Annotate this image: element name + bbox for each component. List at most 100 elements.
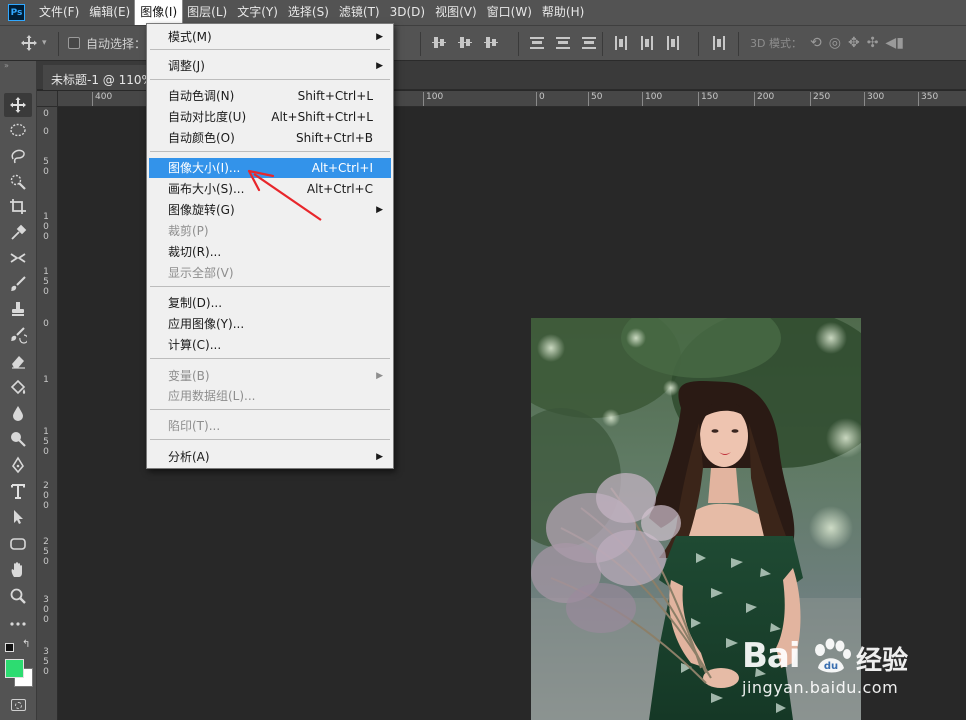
menu-item-image-rotation[interactable]: 图像旋转(G) ▶ xyxy=(149,200,391,220)
vertical-ruler[interactable]: 0 0 5 0 1 0 0 1 5 0 0 1 1 5 0 2 0 0 2 5 0 3 0 0 3 5… xyxy=(37,107,58,720)
pen-tool-icon[interactable] xyxy=(4,453,32,477)
photoshop-logo-icon: Ps xyxy=(8,4,25,21)
path-select-tool-icon[interactable] xyxy=(4,505,32,529)
menu-layer[interactable]: 图层(L) xyxy=(182,0,232,25)
options-separator xyxy=(698,32,699,56)
menu-help[interactable]: 帮助(H) xyxy=(537,0,589,25)
foreground-color-swatch[interactable] xyxy=(5,659,24,678)
quick-select-tool-icon[interactable] xyxy=(4,170,32,194)
toolbox: » ↰ xyxy=(0,61,37,720)
menu-edit[interactable]: 编辑(E) xyxy=(84,0,135,25)
move-tool-preset-icon[interactable]: ▾ xyxy=(20,26,47,60)
ruler-tick-label: 350 xyxy=(918,92,938,106)
eyedropper-tool-icon[interactable] xyxy=(4,221,32,245)
align-icon[interactable] xyxy=(530,35,544,51)
3d-pan-icon[interactable]: ✥ xyxy=(848,35,860,51)
eraser-tool-icon[interactable] xyxy=(4,349,32,373)
align-icon[interactable] xyxy=(432,35,446,51)
align-icon[interactable] xyxy=(458,35,472,51)
shape-tool-icon[interactable] xyxy=(4,532,32,556)
healing-tool-icon[interactable] xyxy=(4,246,32,270)
menu-item-canvas-size[interactable]: 画布大小(S)... Alt+Ctrl+C xyxy=(149,179,391,199)
brush-tool-icon[interactable] xyxy=(4,272,32,296)
ruler-tick-label: 2 5 0 xyxy=(43,537,49,567)
3d-scale-icon[interactable]: ◀▮ xyxy=(885,35,903,51)
ruler-origin[interactable] xyxy=(37,91,58,107)
menu-item-analysis[interactable]: 分析(A) ▶ xyxy=(149,447,391,467)
history-brush-tool-icon[interactable] xyxy=(4,323,32,347)
ruler-tick-label: 3 0 0 xyxy=(43,595,49,625)
menu-item-trim[interactable]: 裁切(R)... xyxy=(149,242,391,262)
align-icon[interactable] xyxy=(666,35,680,51)
menu-item-auto-tone[interactable]: 自动色调(N) Shift+Ctrl+L xyxy=(149,86,391,106)
hand-tool-icon[interactable] xyxy=(4,558,32,582)
blur-tool-icon[interactable] xyxy=(4,401,32,425)
toolbox-collapse-icon[interactable]: » xyxy=(0,61,36,71)
3d-mode-icons: ⟲ ◎ ✥ ✣ ◀▮ xyxy=(810,26,904,60)
dodge-tool-icon[interactable] xyxy=(4,427,32,451)
more-tools-icon[interactable] xyxy=(4,612,32,636)
marquee-tool-icon[interactable] xyxy=(4,118,32,142)
align-icon[interactable] xyxy=(582,35,596,51)
3d-orbit-icon[interactable]: ⟲ xyxy=(810,35,822,51)
align-icon[interactable] xyxy=(712,35,726,51)
type-tool-icon[interactable] xyxy=(4,479,32,503)
zoom-tool-icon[interactable] xyxy=(4,584,32,608)
3d-slide-icon[interactable]: ✣ xyxy=(867,35,879,51)
menu-window[interactable]: 窗口(W) xyxy=(482,0,537,25)
watermark-brand: Bai xyxy=(742,636,801,676)
stamp-tool-icon[interactable] xyxy=(4,297,32,321)
align-icon[interactable] xyxy=(484,35,498,51)
menu-item-label: 应用图像(Y)... xyxy=(168,317,245,331)
menu-item-apply-image[interactable]: 应用图像(Y)... xyxy=(149,314,391,334)
menu-item-calculations[interactable]: 计算(C)... xyxy=(149,335,391,355)
menu-item-image-size[interactable]: 图像大小(I)... Alt+Ctrl+I xyxy=(149,158,391,178)
menu-3d[interactable]: 3D(D) xyxy=(385,0,430,25)
photoshop-window: Ps 文件(F) 编辑(E) 图像(I) 图层(L) 文字(Y) 选择(S) 滤镜(T) 3D… xyxy=(0,0,966,720)
menu-item-crop: 裁剪(P) xyxy=(149,221,391,241)
menu-select[interactable]: 选择(S) xyxy=(283,0,334,25)
menu-item-label: 裁切(R)... xyxy=(168,245,222,259)
ruler-tick-label: 2 0 0 xyxy=(43,481,49,511)
submenu-arrow-icon: ▶ xyxy=(376,205,383,215)
menu-separator xyxy=(150,358,390,359)
move-tool-icon[interactable] xyxy=(4,93,32,117)
menu-item-adjustments[interactable]: 调整(J) ▶ xyxy=(149,56,391,76)
menu-item-label: 变量(B) xyxy=(168,369,210,383)
paint-bucket-tool-icon[interactable] xyxy=(4,375,32,399)
chevron-down-icon[interactable]: ▾ xyxy=(42,38,47,48)
default-colors-icon[interactable] xyxy=(5,643,14,652)
3d-roll-icon[interactable]: ◎ xyxy=(829,35,841,51)
menu-bar: Ps 文件(F) 编辑(E) 图像(I) 图层(L) 文字(Y) 选择(S) 滤镜(T) 3D… xyxy=(0,0,966,26)
swap-colors-icon[interactable]: ↰ xyxy=(22,639,30,650)
ruler-tick-label: 1 0 0 xyxy=(43,212,49,242)
menu-item-auto-contrast[interactable]: 自动对比度(U) Alt+Shift+Ctrl+L xyxy=(149,107,391,127)
menu-image[interactable]: 图像(I) xyxy=(134,0,184,26)
menu-item-label: 自动色调(N) xyxy=(168,89,235,103)
align-icon[interactable] xyxy=(640,35,654,51)
align-icon[interactable] xyxy=(614,35,628,51)
menu-separator xyxy=(150,151,390,152)
menu-item-label: 显示全部(V) xyxy=(168,266,234,280)
ruler-tick-label: 150 xyxy=(698,92,718,106)
menu-view[interactable]: 视图(V) xyxy=(430,0,482,25)
submenu-arrow-icon: ▶ xyxy=(376,61,383,71)
menu-type[interactable]: 文字(Y) xyxy=(232,0,283,25)
ruler-tick-label: 1 xyxy=(43,375,49,385)
menu-item-auto-color[interactable]: 自动颜色(O) Shift+Ctrl+B xyxy=(149,128,391,148)
menu-item-duplicate[interactable]: 复制(D)... xyxy=(149,293,391,313)
align-icon[interactable] xyxy=(556,35,570,51)
crop-tool-icon[interactable] xyxy=(4,195,32,219)
auto-select-option[interactable]: 自动选择： xyxy=(68,26,146,60)
menu-item-trap: 陷印(T)... xyxy=(149,416,391,436)
lasso-tool-icon[interactable] xyxy=(4,144,32,168)
ruler-tick-label: 200 xyxy=(754,92,774,106)
auto-select-checkbox[interactable] xyxy=(68,37,80,49)
menu-file[interactable]: 文件(F) xyxy=(34,0,84,25)
ruler-tick-label: 50 xyxy=(588,92,602,106)
menu-filter[interactable]: 滤镜(T) xyxy=(334,0,385,25)
menu-item-shortcut: Alt+Ctrl+C xyxy=(306,182,373,196)
quick-mask-icon[interactable] xyxy=(11,699,26,711)
menu-separator xyxy=(150,49,390,50)
menu-item-mode[interactable]: 模式(M) ▶ xyxy=(149,27,391,47)
